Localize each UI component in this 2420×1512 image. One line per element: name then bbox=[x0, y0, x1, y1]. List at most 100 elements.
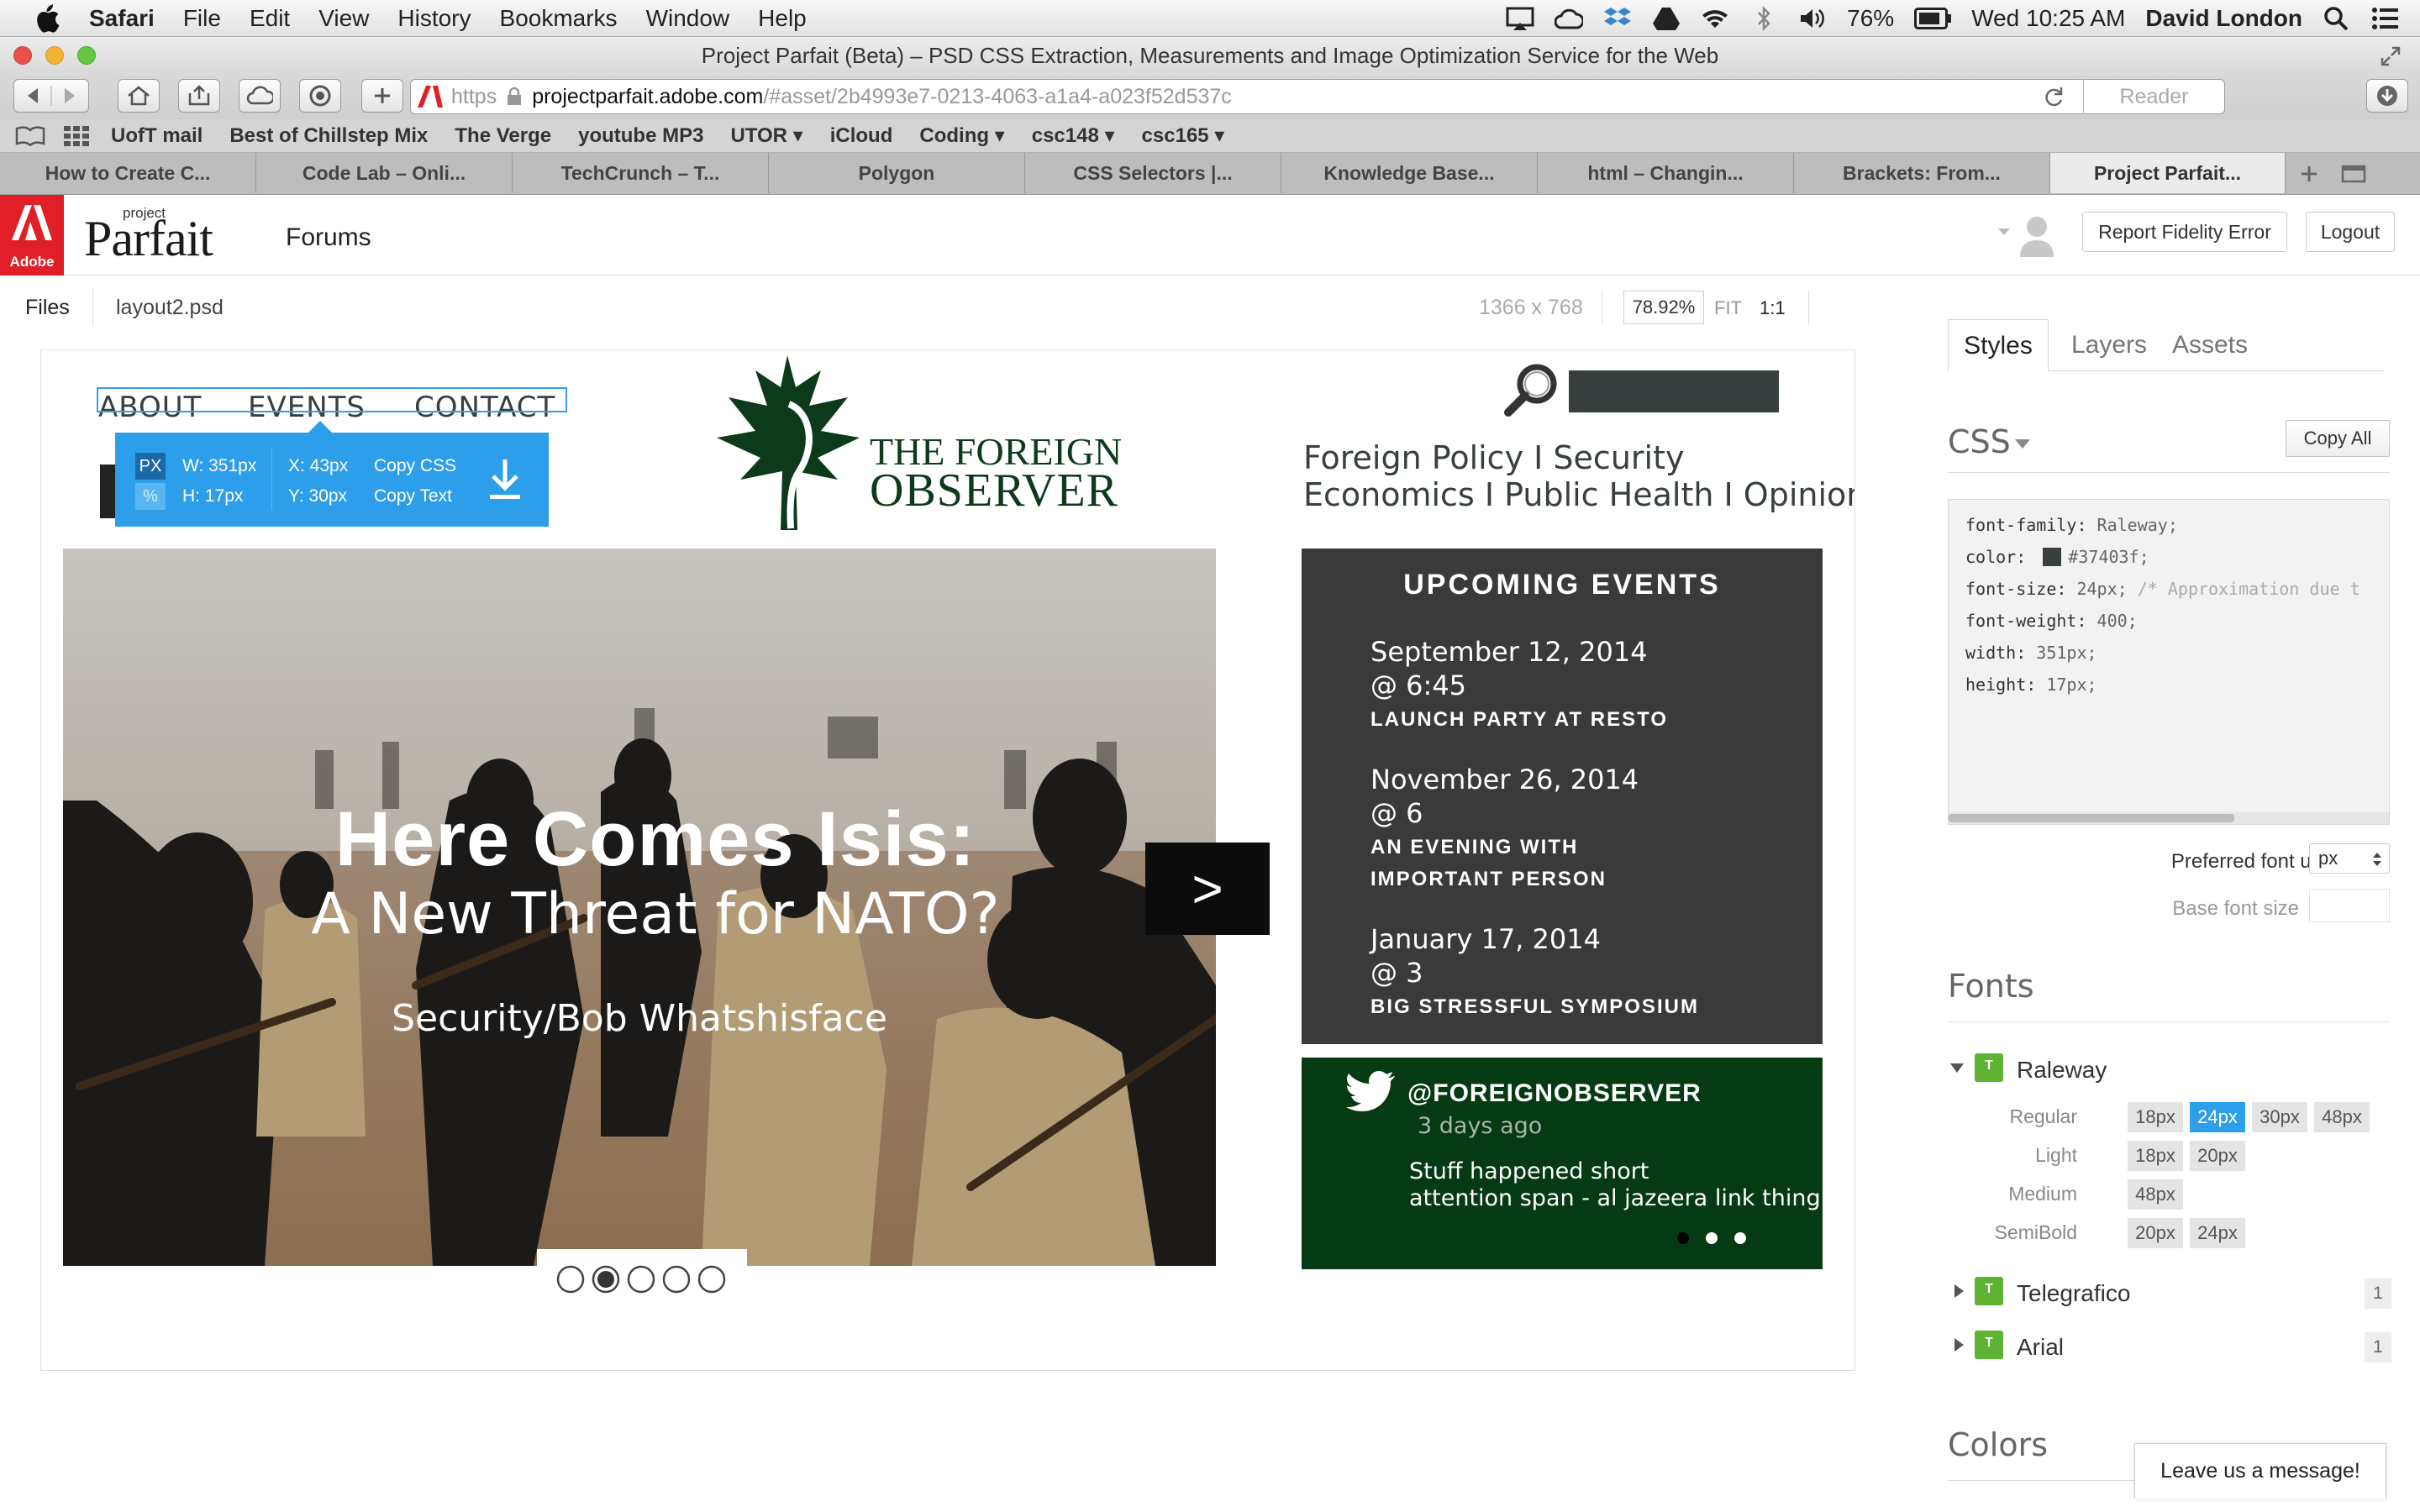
event-name[interactable]: IMPORTANT PERSON bbox=[1370, 868, 1607, 891]
zoom-level-field[interactable]: 78.92% bbox=[1623, 291, 1704, 324]
tab-styles[interactable]: Styles bbox=[1948, 319, 2049, 371]
chevron-down-icon[interactable] bbox=[2013, 437, 2032, 450]
cloud-icon[interactable] bbox=[1555, 6, 1584, 31]
color-swatch[interactable] bbox=[2043, 548, 2062, 566]
copy-text-link[interactable]: Copy Text bbox=[374, 486, 452, 507]
size-pill[interactable]: 24px bbox=[2190, 1218, 2245, 1248]
download-asset-icon[interactable] bbox=[485, 456, 525, 503]
reload-icon[interactable] bbox=[2043, 86, 2065, 108]
event-name[interactable]: AN EVENING WITH bbox=[1370, 836, 1578, 859]
size-pill[interactable]: 48px bbox=[2128, 1179, 2183, 1210]
hero-headline[interactable]: Here Comes Isis: bbox=[63, 795, 1216, 884]
apple-icon[interactable] bbox=[29, 0, 66, 37]
tab-html-changing[interactable]: html – Changin... bbox=[1538, 153, 1794, 193]
forums-link[interactable]: Forums bbox=[286, 223, 371, 252]
tab-code-lab[interactable]: Code Lab – Onli... bbox=[256, 153, 513, 193]
adobe-logo[interactable]: Adobe bbox=[0, 195, 64, 276]
bluetooth-icon[interactable] bbox=[1749, 6, 1778, 31]
font-unit-select[interactable]: px bbox=[2309, 843, 2390, 874]
base-font-size-input[interactable] bbox=[2309, 889, 2390, 922]
home-button[interactable] bbox=[118, 79, 160, 113]
horizontal-scrollbar-thumb[interactable] bbox=[1949, 814, 2234, 822]
css-code-box[interactable]: font-family: Raleway; color: #37403f; fo… bbox=[1948, 499, 2390, 825]
tweet-pager-dots[interactable] bbox=[1671, 1226, 1747, 1251]
copy-all-button[interactable]: Copy All bbox=[2286, 420, 2390, 457]
hero-slide[interactable]: Here Comes Isis: A New Threat for NATO? … bbox=[63, 549, 1216, 1266]
share-button[interactable] bbox=[178, 79, 220, 113]
wifi-icon[interactable] bbox=[1701, 6, 1729, 31]
tab-overview-button[interactable] bbox=[2333, 153, 2375, 194]
files-link[interactable]: Files bbox=[25, 296, 70, 320]
tab-assets[interactable]: Assets bbox=[2160, 319, 2260, 371]
psd-search-input[interactable] bbox=[1569, 370, 1779, 412]
menu-window[interactable]: Window bbox=[646, 5, 730, 32]
new-tab-plus-button[interactable] bbox=[2286, 153, 2333, 194]
size-pill[interactable]: 48px bbox=[2314, 1102, 2370, 1132]
tab-layers[interactable]: Layers bbox=[2059, 319, 2160, 371]
parfait-logo[interactable]: Parfait bbox=[84, 210, 213, 268]
tab-brackets[interactable]: Brackets: From... bbox=[1794, 153, 2050, 193]
caret-collapsed-icon[interactable] bbox=[1953, 1337, 1965, 1352]
bookmark-the-verge[interactable]: The Verge bbox=[455, 124, 551, 148]
tab-project-parfait[interactable]: Project Parfait... bbox=[2050, 153, 2286, 193]
unit-percent-toggle[interactable]: % bbox=[135, 483, 166, 510]
volume-icon[interactable] bbox=[1798, 6, 1827, 31]
menu-file[interactable]: File bbox=[183, 5, 221, 32]
size-pill[interactable]: 20px bbox=[2190, 1141, 2245, 1171]
google-drive-icon[interactable] bbox=[1652, 6, 1681, 31]
bookmark-csc165[interactable]: csc165 ▾ bbox=[1142, 123, 1225, 148]
menu-view[interactable]: View bbox=[318, 5, 369, 32]
report-fidelity-error-button[interactable]: Report Fidelity Error bbox=[2082, 212, 2287, 252]
back-forward-buttons[interactable] bbox=[13, 79, 89, 113]
horizontal-scrollbar-track[interactable] bbox=[1949, 812, 2389, 824]
tab-how-to-create[interactable]: How to Create C... bbox=[0, 153, 256, 193]
size-pill-selected[interactable]: 24px bbox=[2190, 1102, 2245, 1132]
selected-layer-outline[interactable] bbox=[97, 387, 567, 412]
size-pill[interactable]: 30px bbox=[2252, 1102, 2307, 1132]
caret-collapsed-icon[interactable] bbox=[1953, 1284, 1965, 1299]
menu-safari[interactable]: Safari bbox=[89, 5, 155, 32]
actual-size-button[interactable]: 1:1 bbox=[1760, 297, 1786, 319]
css-section-title[interactable]: CSS bbox=[1948, 423, 2011, 460]
size-pill[interactable]: 18px bbox=[2128, 1141, 2183, 1171]
fullscreen-icon[interactable] bbox=[2380, 45, 2402, 67]
psd-canvas[interactable]: ABOUT EVENTS CONTACT PX % W: 351px H: 17… bbox=[40, 349, 1855, 1371]
caret-expanded-icon[interactable] bbox=[1949, 1062, 1965, 1074]
copy-css-link[interactable]: Copy CSS bbox=[374, 456, 456, 476]
size-pill[interactable]: 20px bbox=[2128, 1218, 2183, 1248]
twitter-bird-icon[interactable] bbox=[1345, 1071, 1396, 1113]
menu-edit[interactable]: Edit bbox=[250, 5, 290, 32]
font-arial[interactable]: Arial bbox=[2017, 1334, 2064, 1361]
tab-css-selectors[interactable]: CSS Selectors |... bbox=[1025, 153, 1281, 193]
menubar-clock[interactable]: Wed 10:25 AM bbox=[1971, 5, 2125, 32]
window-zoom-button[interactable] bbox=[77, 46, 96, 65]
bookmark-csc148[interactable]: csc148 ▾ bbox=[1032, 123, 1115, 148]
menu-bookmarks[interactable]: Bookmarks bbox=[500, 5, 618, 32]
unit-px-toggle[interactable]: PX bbox=[135, 453, 166, 480]
tab-knowledge-base[interactable]: Knowledge Base... bbox=[1281, 153, 1538, 193]
extension-button[interactable] bbox=[299, 79, 341, 113]
logout-button[interactable]: Logout bbox=[2306, 212, 2395, 252]
address-bar[interactable]: https projectparfait.adobe.com /#asset/2… bbox=[410, 79, 2225, 114]
slider-next-button[interactable]: > bbox=[1145, 843, 1270, 935]
menu-history[interactable]: History bbox=[397, 5, 471, 32]
battery-icon[interactable] bbox=[1914, 8, 1952, 29]
bookmark-uoft-mail[interactable]: UofT mail bbox=[111, 124, 203, 148]
tab-polygon[interactable]: Polygon bbox=[769, 153, 1025, 193]
reading-list-icon[interactable] bbox=[15, 125, 45, 146]
downloads-button[interactable] bbox=[2366, 79, 2408, 113]
dropbox-icon[interactable] bbox=[1603, 6, 1632, 31]
bookmark-coding[interactable]: Coding ▾ bbox=[919, 123, 1004, 148]
window-close-button[interactable] bbox=[13, 46, 32, 65]
menubar-user[interactable]: David London bbox=[2145, 5, 2302, 32]
font-raleway[interactable]: Raleway bbox=[2017, 1057, 2107, 1084]
bookmark-chillstep[interactable]: Best of Chillstep Mix bbox=[229, 124, 428, 148]
notification-center-icon[interactable] bbox=[2371, 6, 2400, 31]
twitter-handle[interactable]: @FOREIGNOBSERVER bbox=[1407, 1079, 1702, 1108]
icloud-tabs-button[interactable] bbox=[239, 79, 281, 113]
new-tab-button[interactable] bbox=[361, 79, 403, 113]
size-pill[interactable]: 18px bbox=[2128, 1102, 2183, 1132]
airplay-icon[interactable] bbox=[1506, 6, 1534, 31]
slider-dots[interactable] bbox=[537, 1249, 747, 1299]
user-avatar-icon[interactable] bbox=[1996, 213, 2057, 257]
